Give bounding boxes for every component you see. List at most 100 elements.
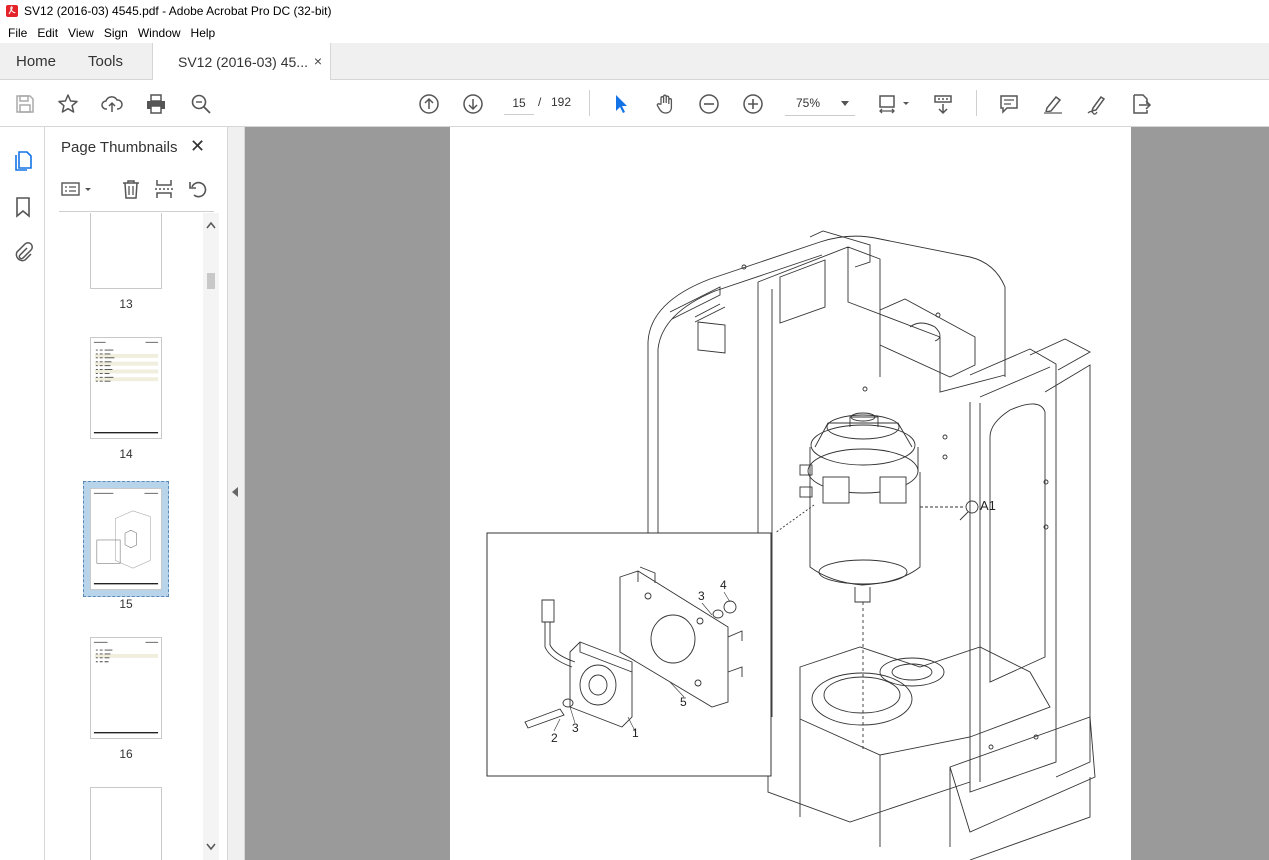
tab-document-label: SV12 (2016-03) 45... (178, 53, 308, 70)
scroll-mode-icon (934, 95, 952, 115)
document-viewport[interactable]: 1 2 3 3 4 5 A1 (245, 127, 1269, 860)
sign-button[interactable] (1084, 91, 1110, 117)
options-menu-icon (61, 182, 91, 196)
chevron-down-icon (841, 101, 849, 106)
sign-icon (1087, 95, 1106, 115)
save-icon (16, 95, 34, 113)
scroll-mode-button[interactable] (930, 91, 956, 117)
window-titlebar: SV12 (2016-03) 4545.pdf - Adobe Acrobat … (0, 0, 1269, 22)
menu-edit[interactable]: Edit (32, 26, 63, 40)
technical-drawing: 1 2 3 3 4 5 A1 (486, 230, 1096, 860)
navigation-rail (0, 127, 45, 860)
hand-tool-button[interactable] (652, 91, 678, 117)
panel-close-button[interactable]: ✕ (190, 136, 205, 157)
tab-bar: Home Tools SV12 (2016-03) 45... × (0, 43, 1269, 80)
menu-view[interactable]: View (63, 26, 99, 40)
thumbnail-label: 15 (119, 597, 133, 611)
callout-5: 5 (680, 695, 687, 709)
scroll-down-arrow[interactable] (206, 843, 216, 854)
arrow-down-circle-icon (463, 94, 483, 114)
pages-icon (15, 151, 32, 171)
upload-icon (101, 96, 123, 112)
bookmarks-button[interactable] (10, 194, 36, 220)
thumbnail-page-13[interactable] (90, 213, 162, 289)
collapse-left-icon (232, 487, 238, 497)
thumbnail-preview (93, 341, 159, 434)
pdf-page: 1 2 3 3 4 5 A1 (450, 127, 1131, 860)
main-toolbar (0, 80, 1269, 127)
plus-circle-icon (743, 94, 763, 114)
menu-bar: File Edit View Sign Window Help (0, 22, 1269, 43)
callout-4: 4 (720, 578, 727, 592)
save-button[interactable] (12, 91, 38, 117)
callout-3b: 3 (698, 589, 705, 603)
page-total: 192 (551, 95, 572, 109)
pointer-icon (616, 95, 627, 113)
page-thumbnails-button[interactable] (10, 147, 36, 173)
toolbar-divider (976, 90, 977, 116)
next-page-button[interactable] (460, 91, 486, 117)
zoom-in-button[interactable] (740, 91, 766, 117)
export-button[interactable] (1128, 91, 1154, 117)
thumbnail-label: 14 (119, 447, 133, 461)
tab-document[interactable]: SV12 (2016-03) 45... × (152, 43, 331, 80)
thumbnail-preview (93, 641, 159, 734)
highlight-pen-icon (1044, 95, 1062, 114)
thumbnail-page-17[interactable] (90, 787, 162, 860)
toolbar-divider (589, 90, 590, 116)
menu-sign[interactable]: Sign (99, 26, 133, 40)
tab-home[interactable]: Home (16, 43, 56, 80)
tab-tools[interactable]: Tools (88, 43, 123, 80)
comment-button[interactable] (996, 91, 1022, 117)
window-title: SV12 (2016-03) 4545.pdf - Adobe Acrobat … (24, 4, 332, 18)
zoom-search-icon (191, 94, 211, 114)
page-separator: / (538, 95, 542, 109)
find-button[interactable] (188, 91, 214, 117)
page-thumbnails-panel: Page Thumbnails ✕ 13 14 15 16 (45, 127, 228, 860)
thumbnail-label: 16 (119, 747, 133, 761)
menu-help[interactable]: Help (186, 26, 221, 40)
scrollbar-thumb[interactable] (207, 273, 215, 289)
tab-close-button[interactable]: × (314, 53, 322, 69)
star-icon (58, 94, 78, 113)
bookmark-icon (16, 197, 30, 218)
trash-icon (123, 180, 139, 199)
attachments-button[interactable] (10, 239, 36, 265)
thumbnail-page-16[interactable] (90, 637, 162, 739)
hand-icon (656, 94, 673, 114)
chevron-down-icon (206, 843, 216, 851)
chevron-up-icon (206, 221, 216, 229)
zoom-out-button[interactable] (696, 91, 722, 117)
panel-collapse-strip[interactable] (228, 127, 245, 860)
print-icon (147, 94, 165, 114)
acrobat-app-icon (6, 5, 18, 17)
thumbnail-scrollbar[interactable] (203, 213, 219, 860)
bookmark-star-button[interactable] (55, 91, 81, 117)
delete-page-button[interactable] (119, 177, 143, 201)
minus-circle-icon (699, 94, 719, 114)
insert-pages-icon (155, 180, 173, 198)
callout-3a: 3 (572, 721, 579, 735)
scroll-up-arrow[interactable] (206, 221, 216, 232)
previous-page-button[interactable] (416, 91, 442, 117)
zoom-dropdown[interactable]: 75% (785, 90, 855, 116)
menu-window[interactable]: Window (133, 26, 186, 40)
highlight-button[interactable] (1040, 91, 1066, 117)
thumbnail-page-14[interactable] (90, 337, 162, 439)
rotate-page-button[interactable] (186, 177, 210, 201)
insert-page-button[interactable] (152, 177, 176, 201)
thumbnail-page-15[interactable] (90, 488, 162, 590)
rotate-icon (189, 181, 207, 198)
thumbnail-options-button[interactable] (59, 177, 97, 201)
upload-button[interactable] (99, 91, 125, 117)
print-button[interactable] (143, 91, 169, 117)
fit-page-button[interactable] (874, 91, 914, 117)
select-tool-button[interactable] (608, 91, 634, 117)
paperclip-icon (15, 242, 33, 262)
panel-title: Page Thumbnails (61, 139, 178, 156)
page-number-input[interactable] (504, 91, 534, 115)
menu-file[interactable]: File (3, 26, 32, 40)
zoom-value: 75% (796, 95, 821, 110)
thumbnail-label: 13 (119, 297, 133, 311)
fit-page-icon (879, 95, 909, 114)
